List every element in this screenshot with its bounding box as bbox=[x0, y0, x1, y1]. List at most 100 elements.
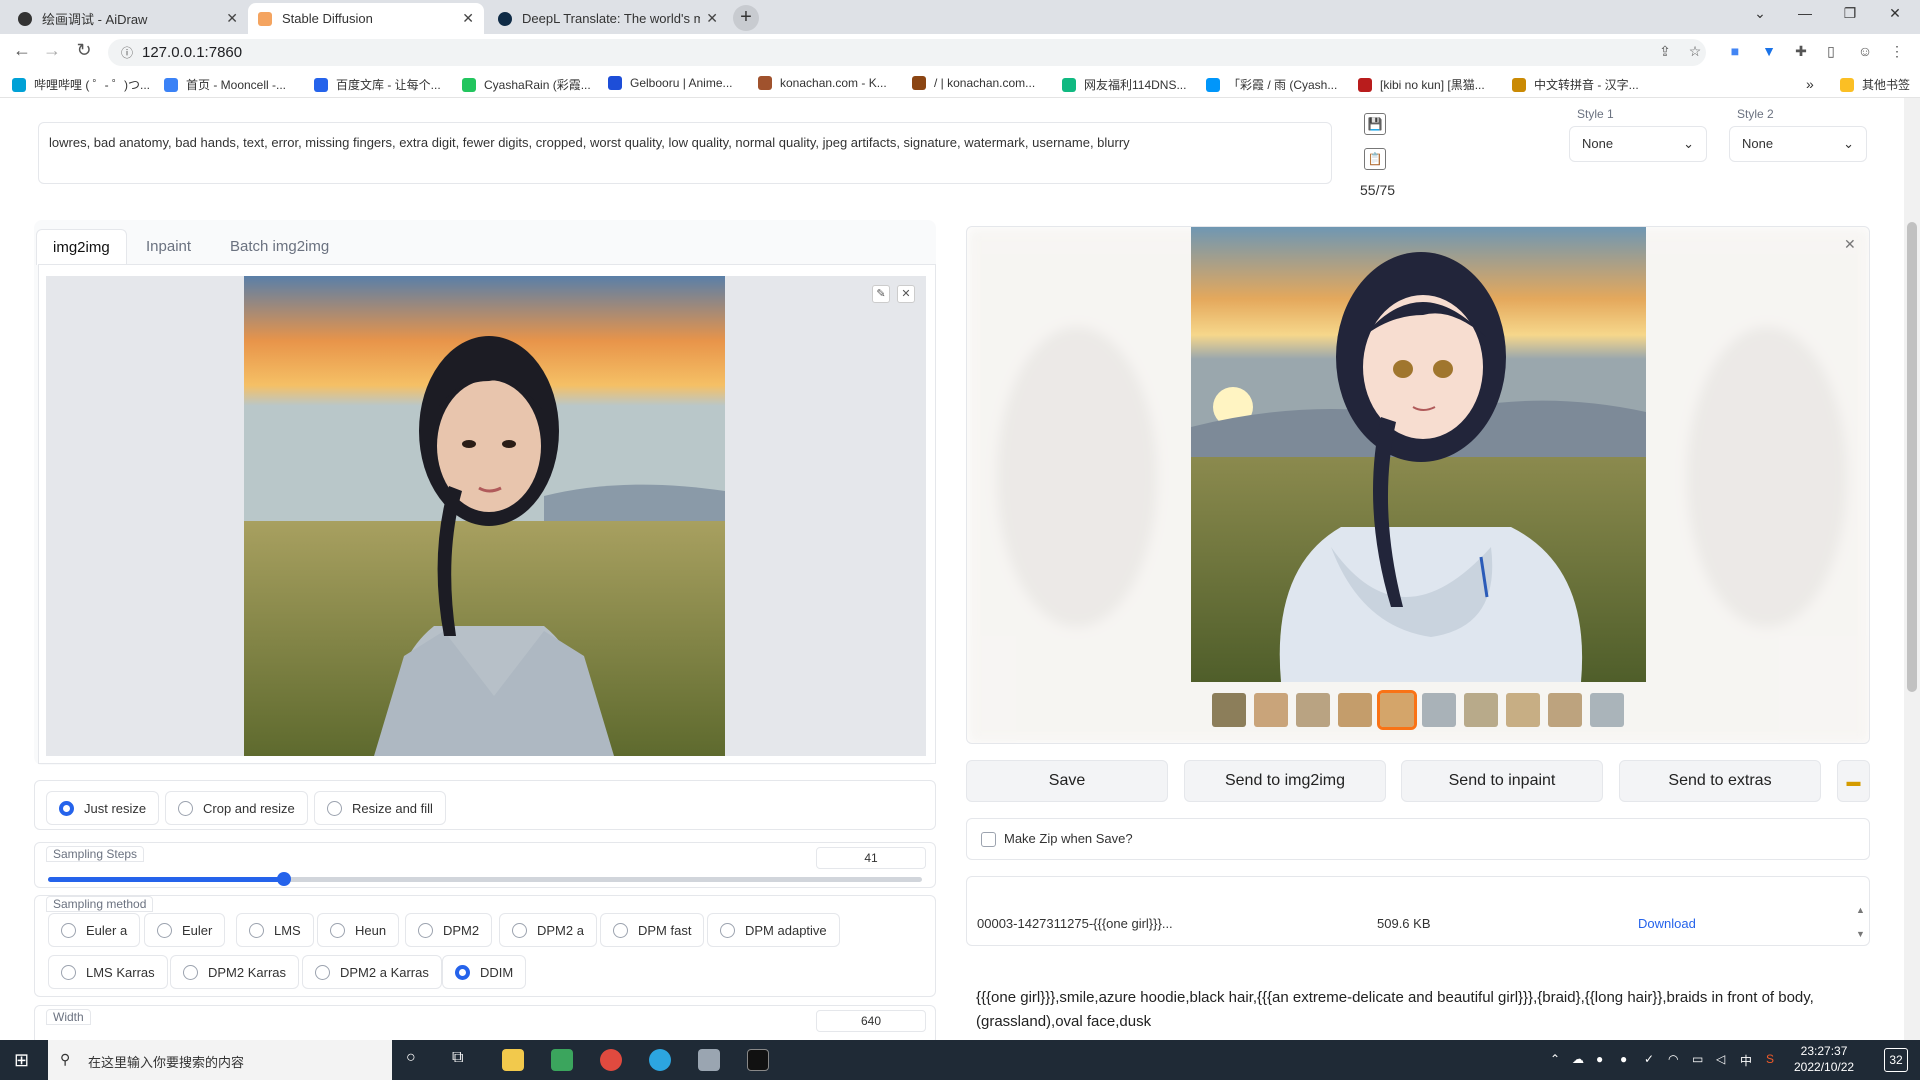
page-scrollbar-thumb[interactable] bbox=[1907, 222, 1917, 692]
sampler-dpm-adaptive[interactable]: DPM adaptive bbox=[707, 913, 840, 947]
sampler-euler-a[interactable]: Euler a bbox=[48, 913, 141, 947]
download-extension-icon[interactable]: ▼ bbox=[1760, 43, 1778, 61]
style-1-select[interactable]: None ⌄ bbox=[1569, 126, 1707, 162]
tray-app-icon[interactable]: ● bbox=[1620, 1052, 1627, 1066]
telegram-icon[interactable] bbox=[649, 1049, 671, 1071]
cortana-icon[interactable]: ○ bbox=[406, 1049, 416, 1067]
file-list-scroll-icon[interactable]: ▲ ▼ bbox=[1856, 904, 1865, 940]
edit-image-icon[interactable]: ✎ bbox=[872, 285, 890, 303]
negative-prompt-input[interactable]: lowres, bad anatomy, bad hands, text, er… bbox=[38, 122, 1332, 184]
gallery-thumbnail[interactable] bbox=[1422, 693, 1456, 727]
extensions-puzzle-icon[interactable]: ✚ bbox=[1792, 43, 1810, 61]
new-tab-button[interactable]: + bbox=[733, 5, 759, 31]
sampler-heun[interactable]: Heun bbox=[317, 913, 400, 947]
sampler-lms[interactable]: LMS bbox=[236, 913, 314, 947]
resize-mode-just-resize[interactable]: Just resize bbox=[46, 791, 160, 825]
store-icon[interactable] bbox=[551, 1049, 573, 1071]
tab-aidraw[interactable]: 绘画调试 - AiDraw ✕ bbox=[8, 3, 248, 34]
sampler-euler[interactable]: Euler bbox=[144, 913, 226, 947]
url-text[interactable]: 127.0.0.1:7860 bbox=[142, 44, 242, 61]
taskbar-clock[interactable]: 23:27:37 2022/10/22 bbox=[1794, 1043, 1854, 1075]
resize-mode-resize-and-fill[interactable]: Resize and fill bbox=[314, 791, 446, 825]
close-tab-icon[interactable]: ✕ bbox=[462, 10, 474, 27]
volume-icon[interactable]: ◁ bbox=[1716, 1052, 1725, 1066]
clear-image-icon[interactable]: ✕ bbox=[897, 285, 915, 303]
gallery-thumbnail[interactable] bbox=[1548, 693, 1582, 727]
download-link[interactable]: Download bbox=[1638, 916, 1696, 931]
sampler-dpm2-a[interactable]: DPM2 a bbox=[499, 913, 597, 947]
save-button[interactable]: Save bbox=[966, 760, 1168, 802]
task-view-icon[interactable]: ⧉ bbox=[452, 1049, 463, 1067]
tab-search-icon[interactable]: ⌄ bbox=[1740, 5, 1780, 22]
forward-icon[interactable]: → bbox=[40, 40, 64, 61]
notification-count[interactable]: 32 bbox=[1884, 1048, 1908, 1072]
bookmark-item[interactable]: 网友福利114DNS... bbox=[1062, 76, 1186, 93]
open-folder-icon[interactable]: ▬ bbox=[1837, 760, 1870, 802]
save-style-icon[interactable]: 💾 bbox=[1364, 113, 1386, 135]
windows-start-icon[interactable]: ⊞ bbox=[14, 1050, 29, 1071]
send-to-inpaint-button[interactable]: Send to inpaint bbox=[1401, 760, 1603, 802]
side-panel-icon[interactable]: ▯ bbox=[1822, 43, 1840, 61]
gallery-thumbnail-selected[interactable] bbox=[1377, 690, 1417, 730]
bookmark-item[interactable]: konachan.com - K... bbox=[758, 76, 887, 90]
close-tab-icon[interactable]: ✕ bbox=[706, 10, 718, 27]
gallery-thumbnail[interactable] bbox=[1590, 693, 1624, 727]
make-zip-checkbox[interactable] bbox=[981, 832, 996, 847]
sampler-dpm-fast[interactable]: DPM fast bbox=[600, 913, 705, 947]
sampling-steps-input[interactable]: 41 bbox=[816, 847, 926, 869]
chrome-icon[interactable] bbox=[600, 1049, 622, 1071]
share-icon[interactable]: ⇪ bbox=[1656, 43, 1674, 61]
send-to-img2img-button[interactable]: Send to img2img bbox=[1184, 760, 1386, 802]
bookmark-star-icon[interactable]: ☆ bbox=[1686, 43, 1704, 61]
tab-stable-diffusion[interactable]: Stable Diffusion ✕ bbox=[248, 3, 484, 34]
tab-inpaint[interactable]: Inpaint bbox=[130, 229, 207, 265]
bookmark-item[interactable]: [kibi no kun] [黒猫... bbox=[1358, 76, 1485, 93]
profile-avatar-icon[interactable]: ☺ bbox=[1856, 43, 1874, 61]
tray-check-icon[interactable]: ✓ bbox=[1644, 1052, 1654, 1066]
tab-batch-img2img[interactable]: Batch img2img bbox=[214, 229, 345, 265]
network-icon[interactable]: ▭ bbox=[1692, 1052, 1703, 1066]
gallery-thumbnail[interactable] bbox=[1296, 693, 1330, 727]
sampling-steps-slider-handle[interactable] bbox=[276, 872, 291, 886]
bookmark-item[interactable]: Gelbooru | Anime... bbox=[608, 76, 733, 90]
close-tab-icon[interactable]: ✕ bbox=[226, 10, 238, 27]
chrome-menu-icon[interactable]: ⋮ bbox=[1888, 43, 1906, 61]
sampler-dpm2-karras[interactable]: DPM2 Karras bbox=[170, 955, 300, 989]
apply-style-icon[interactable]: 📋 bbox=[1364, 148, 1386, 170]
address-bar[interactable] bbox=[108, 39, 1706, 66]
bookmark-item[interactable]: 百度文库 - 让每个... bbox=[314, 76, 441, 93]
resize-mode-crop-and-resize[interactable]: Crop and resize bbox=[165, 791, 308, 825]
style-2-select[interactable]: None ⌄ bbox=[1729, 126, 1867, 162]
app-window-icon[interactable] bbox=[698, 1049, 720, 1071]
sampler-dpm2-a-karras[interactable]: DPM2 a Karras bbox=[302, 955, 442, 989]
reload-icon[interactable]: ↻ bbox=[72, 40, 96, 61]
more-bookmarks-icon[interactable]: » bbox=[1806, 76, 1814, 92]
width-input[interactable]: 640 bbox=[816, 1010, 926, 1032]
back-icon[interactable]: ← bbox=[10, 40, 34, 61]
close-window-icon[interactable]: ✕ bbox=[1875, 5, 1915, 22]
close-preview-icon[interactable]: ✕ bbox=[1844, 236, 1856, 253]
send-to-extras-button[interactable]: Send to extras bbox=[1619, 760, 1821, 802]
sampler-ddim[interactable]: DDIM bbox=[442, 955, 527, 989]
tray-app-icon[interactable]: ● bbox=[1596, 1052, 1603, 1066]
gallery-thumbnail[interactable] bbox=[1254, 693, 1288, 727]
bookmark-item[interactable]: CyashaRain (彩霞... bbox=[462, 76, 591, 93]
gallery-thumbnail[interactable] bbox=[1506, 693, 1540, 727]
bookmark-item[interactable]: 哔哩哔哩 ( ゜- ゜)つ... bbox=[12, 76, 150, 93]
sampler-dpm2[interactable]: DPM2 bbox=[405, 913, 493, 947]
bookmark-item[interactable]: / | konachan.com... bbox=[912, 76, 1035, 90]
sogou-ime-icon[interactable]: S bbox=[1766, 1052, 1774, 1066]
bookmark-item[interactable]: 中文转拼音 - 汉字... bbox=[1512, 76, 1639, 93]
file-explorer-icon[interactable] bbox=[502, 1049, 524, 1071]
gallery-thumbnail[interactable] bbox=[1464, 693, 1498, 727]
other-bookmarks-folder[interactable]: 其他书签 bbox=[1840, 76, 1910, 93]
restore-icon[interactable]: ❐ bbox=[1830, 5, 1870, 22]
site-info-icon[interactable]: ⓘ bbox=[118, 44, 136, 62]
generated-image[interactable] bbox=[1191, 227, 1646, 682]
gallery-thumbnail[interactable] bbox=[1212, 693, 1246, 727]
tray-cloud-icon[interactable]: ☁ bbox=[1572, 1052, 1584, 1066]
gallery-thumbnail[interactable] bbox=[1338, 693, 1372, 727]
tab-img2img[interactable]: img2img bbox=[36, 229, 127, 265]
bookmark-item[interactable]: 「彩霞 / 雨 (Cyash... bbox=[1206, 76, 1337, 93]
bookmark-item[interactable]: 首页 - Mooncell -... bbox=[164, 76, 286, 93]
